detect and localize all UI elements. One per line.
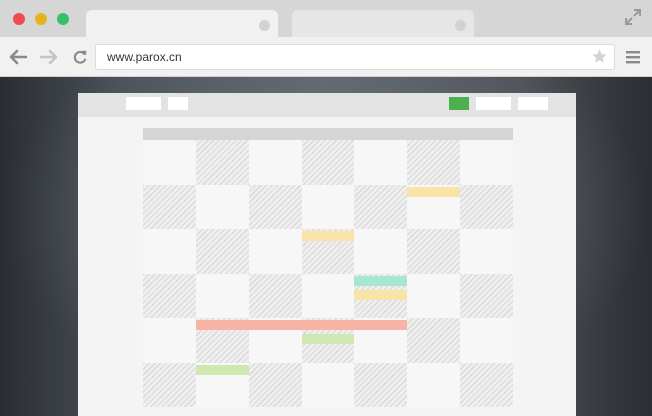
tab-inactive[interactable] [292, 10, 474, 37]
calendar-event[interactable] [195, 364, 249, 375]
calendar-grid [143, 128, 513, 408]
header-button[interactable] [168, 97, 188, 110]
tab-close-icon[interactable] [259, 20, 270, 31]
tab-close-icon[interactable] [455, 20, 466, 31]
calendar-cell[interactable] [407, 318, 461, 363]
calendar-event[interactable] [354, 289, 408, 300]
calendar-cell[interactable] [407, 273, 461, 318]
calendar-event[interactable] [354, 275, 408, 286]
calendar-cell[interactable] [248, 229, 302, 274]
calendar-cell[interactable] [460, 229, 513, 274]
calendar-cell[interactable] [248, 362, 302, 407]
calendar-cell[interactable] [460, 362, 513, 407]
app-window [78, 93, 576, 416]
calendar-header [143, 128, 513, 140]
calendar-event[interactable] [407, 186, 461, 197]
header-button[interactable] [518, 97, 548, 110]
calendar-cell[interactable] [407, 229, 461, 274]
app-header [78, 93, 576, 117]
url-text: www.parox.cn [107, 50, 182, 64]
forward-arrow-icon[interactable] [40, 49, 58, 65]
calendar-cell[interactable] [195, 184, 249, 229]
browser-titlebar [0, 0, 652, 37]
calendar-cell[interactable] [195, 229, 249, 274]
calendar-cell[interactable] [460, 184, 513, 229]
calendar-cell[interactable] [301, 140, 355, 185]
calendar-cell[interactable] [195, 273, 249, 318]
calendar-cell[interactable] [354, 362, 408, 407]
menu-icon[interactable] [626, 50, 640, 64]
calendar-cell[interactable] [248, 273, 302, 318]
tab-active[interactable] [86, 10, 278, 37]
browser-toolbar: www.parox.cn [0, 37, 652, 77]
calendar-cell[interactable] [301, 273, 355, 318]
calendar-cell[interactable] [143, 273, 196, 318]
bookmark-star-icon[interactable] [591, 48, 608, 65]
header-accent-button[interactable] [449, 97, 469, 110]
calendar-cell[interactable] [143, 140, 196, 185]
header-button[interactable] [126, 97, 161, 110]
calendar-cell[interactable] [460, 140, 513, 185]
address-bar[interactable]: www.parox.cn [95, 44, 615, 70]
calendar-cell[interactable] [143, 318, 196, 363]
minimize-window-button[interactable] [35, 13, 47, 25]
calendar-cell[interactable] [143, 184, 196, 229]
reload-icon[interactable] [71, 49, 89, 65]
calendar-event[interactable] [301, 231, 355, 241]
calendar-cell[interactable] [460, 273, 513, 318]
calendar-event[interactable] [195, 320, 408, 330]
calendar-cell[interactable] [248, 140, 302, 185]
calendar-cell[interactable] [195, 140, 249, 185]
calendar-cell[interactable] [354, 140, 408, 185]
calendar-cell[interactable] [301, 184, 355, 229]
fullscreen-icon[interactable] [624, 8, 642, 26]
back-arrow-icon[interactable] [9, 49, 27, 65]
maximize-window-button[interactable] [57, 13, 69, 25]
calendar-cell[interactable] [460, 318, 513, 363]
calendar-cell[interactable] [354, 229, 408, 274]
calendar-cell[interactable] [248, 184, 302, 229]
close-window-button[interactable] [13, 13, 25, 25]
calendar-event[interactable] [301, 334, 355, 344]
calendar-cell[interactable] [407, 140, 461, 185]
calendar-cell[interactable] [407, 362, 461, 407]
calendar-cell[interactable] [143, 229, 196, 274]
calendar-cell[interactable] [301, 362, 355, 407]
header-button[interactable] [476, 97, 511, 110]
calendar-cell[interactable] [143, 362, 196, 407]
calendar-cell[interactable] [354, 184, 408, 229]
